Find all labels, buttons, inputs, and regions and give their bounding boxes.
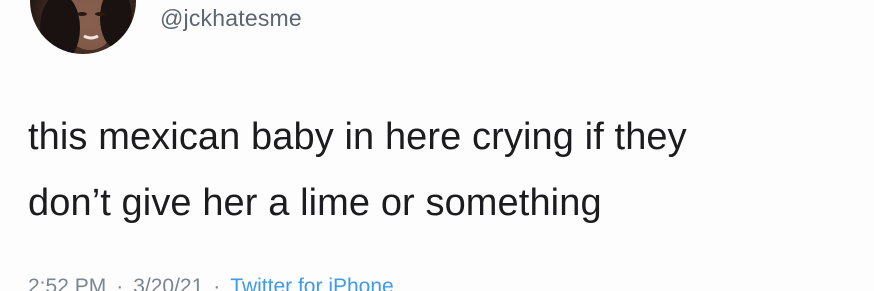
tweet-card: @jckhatesme this mexican baby in here cr… [0,0,874,291]
tweet-metadata: 2:52 PM · 3/20/21 · Twitter for iPhone [28,275,394,291]
tweet-date[interactable]: 3/20/21 [133,275,203,291]
avatar-image [40,0,132,54]
meta-separator: · [116,275,124,291]
tweet-text-line: don’t give her a lime or something [28,182,602,224]
meta-separator: · [213,275,221,291]
user-handle[interactable]: @jckhatesme [160,5,302,32]
tweet-source-link[interactable]: Twitter for iPhone [230,275,393,291]
tweet-text-line: this mexican baby in here crying if they [28,116,687,158]
avatar[interactable] [30,0,136,54]
tweet-time[interactable]: 2:52 PM [28,275,106,291]
tweet-text: this mexican baby in here crying if they… [28,104,848,236]
